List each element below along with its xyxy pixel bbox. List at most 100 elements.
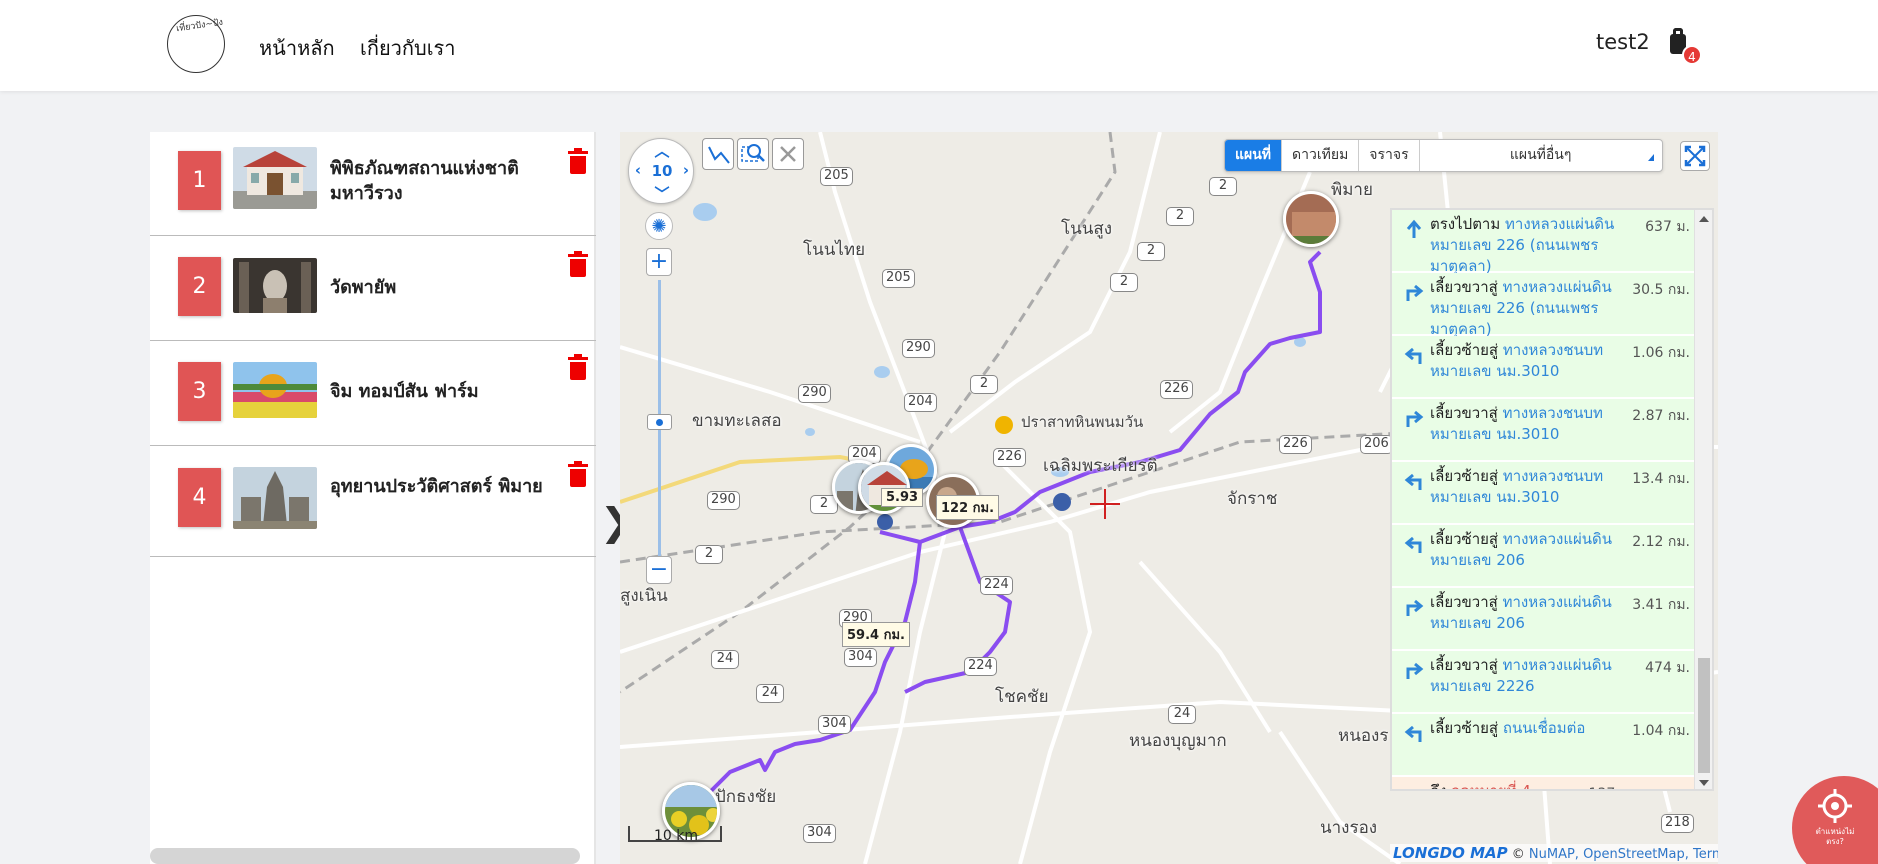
straight-arrow-icon [1406,219,1422,238]
trip-item[interactable]: 2 วัดพายัพ [150,237,596,341]
trip-list-panel: 1 พิพิธภัณฑสถานแห่งชาติ มหาวีรวง 2 วัดพา… [150,132,596,864]
trip-item[interactable]: 3 จิม ทอมป์สัน ฟาร์ม [150,342,596,446]
highway-shield: 206 [1360,435,1393,454]
direction-step[interactable]: เลี้ยวขวาสู่ ทางหลวงแผ่นดินหมายเลข 226 (… [1392,273,1694,338]
trip-item[interactable]: 1 พิพิธภัณฑสถานแห่งชาติ มหาวีรวง [150,132,596,236]
user-name[interactable]: test2 [1596,30,1650,54]
pan-down-chevron-icon[interactable]: ﹀ [654,183,670,204]
scroll-up-arrow-icon[interactable] [1699,216,1709,222]
direction-step[interactable]: เลี้ยวขวาสู่ ทางหลวงแผ่นดินหมายเลข 2226 4… [1392,651,1694,713]
directions-scrollbar[interactable] [1694,210,1712,789]
map-place-label: พิมาย [1331,180,1373,200]
map-place-label: หนองร [1338,726,1389,746]
route-distance-label: 59.4 กม. [842,622,910,647]
measure-tool-icon[interactable] [702,138,734,170]
highway-shield: 304 [818,715,851,734]
scroll-down-arrow-icon[interactable] [1699,780,1709,786]
nav-home-link[interactable]: หน้าหลัก [259,32,335,64]
direction-step[interactable]: ถึง จุดหมายที่ 4137 ม. จากถนน [1392,777,1694,789]
zoom-in-button[interactable]: + [646,248,672,276]
direction-text: เลี้ยวซ้ายสู่ ทางหลวงชนบทหมายเลข นม.3010 [1430,341,1604,380]
direction-distance: 2.12 กม. [1632,534,1690,550]
map-scale-label: 10 km [654,828,699,844]
map-place-label: หนองบุญมาก [1129,731,1227,751]
zoom-out-button[interactable]: − [646,556,672,584]
top-navbar: เที่ยวปัง~ปัง หน้าหลัก เกี่ยวกับเรา test… [0,0,1878,91]
turn-right-arrow-icon [1406,599,1424,616]
highway-shield: 2 [1166,207,1194,226]
map-pan-control[interactable]: ︿ ‹ › ﹀ 10 [628,138,694,204]
attribution-links[interactable]: NuMAP, OpenStreetMap, Terms [1529,847,1718,862]
direction-step[interactable]: เลี้ยวซ้ายสู่ ทางหลวงชนบทหมายเลข นม.3010… [1392,336,1694,398]
trip-item-name[interactable]: อุทยานประวัติศาสตร์ พิมาย [330,474,550,499]
highway-shield: 218 [1661,814,1694,833]
layer-tab-traffic[interactable]: จราจร [1359,140,1420,171]
pan-up-chevron-icon[interactable]: ︿ [654,140,670,161]
direction-distance: 13.4 กม. [1632,471,1690,487]
street-view-person-icon[interactable]: ✺ [645,212,673,240]
fullscreen-icon[interactable] [1680,141,1710,171]
delete-trash-icon[interactable] [568,251,588,277]
highway-shield: 2 [970,375,998,394]
locate-button-label: ตำแหน่งไม่ตรง? [1815,827,1855,846]
direction-step[interactable]: เลี้ยวขวาสู่ ทางหลวงแผ่นดินหมายเลข 206 3.… [1392,588,1694,650]
map-view[interactable]: พิมาย โนนสูง โนนไทย ขามทะเลสอ ปราสาทหินพ… [620,132,1718,864]
zoom-slider-handle[interactable] [647,414,672,430]
delete-trash-icon[interactable] [568,148,588,174]
highway-shield: 24 [711,650,739,669]
delete-trash-icon[interactable] [568,354,588,380]
highway-shield: 224 [964,657,997,676]
road-name-link[interactable]: จุดหมายที่ 4 [1451,782,1531,789]
highway-shield: 304 [844,648,877,667]
map-place-label: โนนสูง [1061,219,1113,239]
highway-shield: 204 [904,393,937,412]
trip-item-name[interactable]: พิพิธภัณฑสถานแห่งชาติ มหาวีรวง [330,156,550,206]
direction-step[interactable]: ตรงไปตาม ทางหลวงแผ่นดินหมายเลข 226 (ถนนเ… [1392,210,1694,275]
turn-right-arrow-icon [1406,662,1424,679]
map-place-label: โนนไทย [803,240,866,260]
turn-left-arrow-icon [1404,536,1422,553]
highway-shield: 304 [803,824,836,843]
trip-item-photo [233,258,317,313]
directions-panel: ตรงไปตาม ทางหลวงแผ่นดินหมายเลข 226 (ถนนเ… [1390,208,1714,791]
site-logo[interactable]: เที่ยวปัง~ปัง [167,15,225,73]
direction-text: เลี้ยวขวาสู่ ทางหลวงชนบทหมายเลข นม.3010 [1430,404,1603,443]
layer-tab-map[interactable]: แผนที่ [1225,140,1283,171]
clear-tool-close-icon[interactable] [772,138,804,170]
layer-tab-satellite[interactable]: ดาวเทียม [1282,140,1360,171]
horizontal-scrollbar[interactable] [150,848,580,864]
direction-distance: 1.04 กม. [1632,723,1690,739]
map-photo-pin[interactable] [1283,191,1339,247]
road-name-link[interactable]: ถนนเชื่อมต่อ [1503,719,1586,737]
directions-scroll-thumb[interactable] [1698,658,1710,773]
trip-item-name[interactable]: วัดพายัพ [330,275,550,300]
direction-step[interactable]: เลี้ยวขวาสู่ ทางหลวงชนบทหมายเลข นม.3010 2… [1392,399,1694,461]
highway-shield: 226 [993,448,1026,467]
trip-item-name[interactable]: จิม ทอมป์สัน ฟาร์ม [330,379,550,404]
zoom-area-tool-icon[interactable] [737,138,769,170]
nav-about-link[interactable]: เกี่ยวกับเรา [360,32,456,64]
direction-step[interactable]: เลี้ยวซ้ายสู่ ถนนเชื่อมต่อ 1.04 กม. [1392,714,1694,776]
map-place-label: ขามทะเลสอ [692,411,782,431]
map-place-label: สูงเนิน [620,586,668,606]
turn-left-arrow-icon [1404,347,1422,364]
map-place-label: โชคชัย [995,687,1049,707]
highway-shield: 2 [1209,177,1237,196]
highway-shield: 290 [707,491,740,510]
highway-shield: 205 [820,167,853,186]
turn-left-arrow-icon [1404,725,1422,742]
highway-shield: 2 [1137,242,1165,261]
direction-text: เลี้ยวซ้ายสู่ ทางหลวงชนบทหมายเลข นม.3010 [1430,467,1604,506]
turn-right-arrow-icon [1406,284,1424,301]
direction-step[interactable]: เลี้ยวซ้ายสู่ ทางหลวงชนบทหมายเลข นม.3010… [1392,462,1694,524]
other-layers-dropdown[interactable]: แผนที่อื่นๆ [1420,140,1662,171]
map-attribution: LONGDO MAP © NuMAP, OpenStreetMap, Terms [1390,844,1718,862]
trip-item-photo [233,467,317,529]
delete-trash-icon[interactable] [568,461,588,487]
direction-distance: 1.06 กม. [1632,345,1690,361]
trip-item-number: 1 [178,151,221,210]
logo-text: เที่ยวปัง~ปัง [175,17,224,35]
trip-item[interactable]: 4 อุทยานประวัติศาสตร์ พิมาย [150,447,596,557]
direction-step[interactable]: เลี้ยวซ้ายสู่ ทางหลวงแผ่นดินหมายเลข 206 2… [1392,525,1694,587]
locate-button[interactable]: ตำแหน่งไม่ตรง? [1792,776,1878,864]
